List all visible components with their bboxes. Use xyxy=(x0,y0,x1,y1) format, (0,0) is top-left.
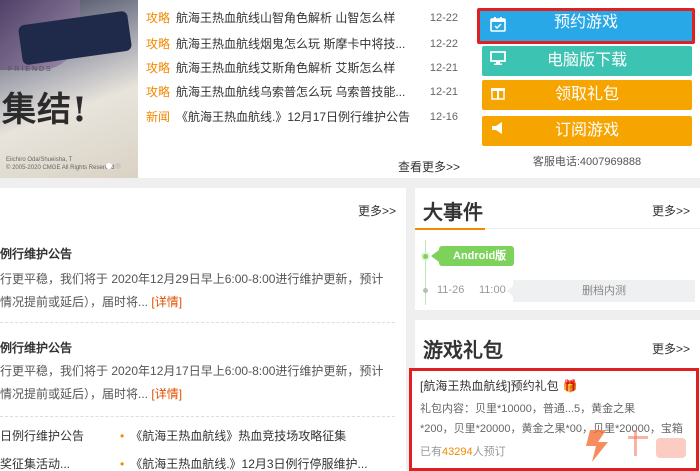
news-title[interactable]: 航海王热血航线山智角色解析 山智怎么样 xyxy=(176,6,416,30)
news-date: 12-21 xyxy=(429,62,458,74)
events-title: 大事件 xyxy=(423,202,483,224)
news-title[interactable]: 航海王热血航线乌索普怎么玩 乌索普技能... xyxy=(176,80,416,104)
news-title[interactable]: 航海王热血航线艾斯角色解析 艾斯怎么样 xyxy=(176,56,416,80)
announcement-link-text[interactable]: 《航海王热血航线.》12月3日例行停服维护... xyxy=(130,457,367,471)
banner-copyright: Eiichiro Oda/Shueisha, T © 2005-2020 CMG… xyxy=(6,156,114,172)
gift-pack-title-text[interactable]: [航海王热血航线]预约礼包 xyxy=(420,379,559,393)
bullet-icon: • xyxy=(120,457,125,471)
announcement-title[interactable]: 例行维护公告 xyxy=(0,245,72,262)
news-category[interactable]: 攻略 xyxy=(146,85,170,99)
banner-copyright-line1: Eiichiro Oda/Shueisha, T xyxy=(6,157,73,163)
news-date: 12-16 xyxy=(429,111,458,123)
news-item[interactable]: 攻略 航海王热血航线烟鬼怎么玩 斯摩卡中将技... 12-22 xyxy=(146,32,468,56)
action-panel: 预约游戏 电脑版下载 领取礼包 订阅游戏 客服电话:4007969888 xyxy=(474,0,700,178)
claim-gift-button[interactable]: 领取礼包 xyxy=(482,80,692,110)
news-item[interactable]: 攻略 航海王热血航线艾斯角色解析 艾斯怎么样 12-21 xyxy=(146,56,468,80)
banner-dot-active[interactable] xyxy=(106,163,112,169)
timeline-line xyxy=(425,240,426,305)
title-underline xyxy=(415,228,485,230)
announcement-more-link[interactable]: 更多>> xyxy=(358,202,396,219)
announcement-summary: 行更平稳，我们将于 2020年12月29日早上6:00-8:00进行维护更新，预… xyxy=(0,268,395,314)
monitor-icon xyxy=(486,49,510,73)
pc-download-button[interactable]: 电脑版下载 xyxy=(482,46,692,76)
divider xyxy=(0,322,395,323)
news-date: 12-22 xyxy=(429,38,458,50)
banner-pagination[interactable] xyxy=(106,158,124,172)
reservation-count: 已有43294人预订 xyxy=(420,443,506,459)
news-item[interactable]: 攻略 航海王热血航线山智角色解析 山智怎么样 12-22 xyxy=(146,6,468,30)
calendar-icon xyxy=(486,15,510,39)
banner-dot[interactable] xyxy=(115,163,121,169)
events-panel: 大事件 更多>> Android版 11-26 11:00 删档内测 xyxy=(415,188,700,310)
gift-content-line: 礼包内容：贝里*10000，普通...5，黄金之果 xyxy=(420,403,636,415)
event-time: 11:00 xyxy=(479,284,506,296)
announcement-link[interactable]: • 《航海王热血航线.》12月3日例行停服维护... xyxy=(120,455,368,471)
book-game-button[interactable]: 预约游戏 xyxy=(477,8,695,44)
pc-download-label: 电脑版下载 xyxy=(546,52,627,69)
announcement-line: 情况提前或延后），届时将... xyxy=(0,295,149,309)
count-prefix: 已有 xyxy=(420,446,442,458)
watermark-logo-icon xyxy=(586,430,686,462)
gifts-more-link[interactable]: 更多>> xyxy=(652,340,690,357)
gift-pack-card[interactable]: [航海王热血航线]预约礼包 🎁 礼包内容：贝里*10000，普通...5，黄金之果… xyxy=(409,368,699,471)
claim-gift-label: 领取礼包 xyxy=(554,86,619,103)
count-suffix: 人预订 xyxy=(472,446,506,458)
announcement-link[interactable]: • 《航海王热血航线》热血竞技场攻略征集 xyxy=(120,427,346,444)
megaphone-icon xyxy=(486,119,510,143)
detail-link[interactable]: [详情] xyxy=(151,295,182,309)
news-category[interactable]: 新闻 xyxy=(146,110,170,124)
announcement-line: 行更平稳，我们将于 2020年12月17日早上6:00-8:00进行维护更新，预… xyxy=(0,364,384,378)
announcement-line: 行更平稳，我们将于 2020年12月29日早上6:00-8:00进行维护更新，预… xyxy=(0,272,384,286)
gift-panel: 游戏礼包 更多>> [航海王热血航线]预约礼包 🎁 礼包内容：贝里*10000，普… xyxy=(409,320,700,471)
book-game-label: 预约游戏 xyxy=(553,14,618,31)
news-date: 12-21 xyxy=(429,86,458,98)
detail-link[interactable]: [详情] xyxy=(151,387,182,401)
news-item[interactable]: 新闻 《航海王热血航线.》12月17日例行维护公告 12-16 xyxy=(146,105,468,129)
divider xyxy=(0,416,395,417)
event-date: 11-26 xyxy=(437,284,465,296)
subscribe-game-button[interactable]: 订阅游戏 xyxy=(482,116,692,146)
events-more-link[interactable]: 更多>> xyxy=(652,202,690,219)
news-list: 攻略 航海王热血航线山智角色解析 山智怎么样 12-22 攻略 航海王热血航线烟鬼怎么… xyxy=(138,0,474,178)
announcement-link[interactable]: 奖征集活动... xyxy=(0,455,70,471)
announcement-link-text[interactable]: 《航海王热血航线》热血竞技场攻略征集 xyxy=(130,429,346,443)
timeline-dot xyxy=(423,288,428,293)
service-phone: 客服电话:4007969888 xyxy=(532,156,642,168)
banner-copyright-line2: © 2005-2020 CMGE All Rights Reserved xyxy=(6,165,115,171)
gift-icon: 🎁 xyxy=(562,379,578,393)
news-category[interactable]: 攻略 xyxy=(146,37,170,51)
bullet-icon: • xyxy=(120,429,125,443)
gift-pack-title[interactable]: [航海王热血航线]预约礼包 🎁 xyxy=(420,377,578,394)
news-item[interactable]: 攻略 航海王热血航线乌索普怎么玩 乌索普技能... 12-21 xyxy=(146,80,468,104)
news-more-link[interactable]: 查看更多>> xyxy=(398,158,460,175)
announcement-summary: 行更平稳，我们将于 2020年12月17日早上6:00-8:00进行维护更新，预… xyxy=(0,360,395,406)
gifts-title: 游戏礼包 xyxy=(423,340,503,362)
banner-friends-text: FRIENDS xyxy=(8,66,53,73)
news-date: 12-22 xyxy=(429,12,458,24)
announcement-panel: 更多>> 例行维护公告 行更平稳，我们将于 2020年12月29日早上6:00-… xyxy=(0,188,406,471)
news-title[interactable]: 航海王热血航线烟鬼怎么玩 斯摩卡中将技... xyxy=(176,32,416,56)
news-category[interactable]: 攻略 xyxy=(146,11,170,25)
subscribe-game-label: 订阅游戏 xyxy=(554,122,619,139)
announcement-link[interactable]: 日例行维护公告 xyxy=(0,427,84,444)
divider xyxy=(485,228,700,229)
announcement-line: 情况提前或延后），届时将... xyxy=(0,387,149,401)
timeline-dot-active xyxy=(421,252,430,261)
announcement-title[interactable]: 例行维护公告 xyxy=(0,339,72,356)
count-number: 43294 xyxy=(442,446,473,458)
event-status: 删档内测 xyxy=(507,280,695,302)
banner-slogan: 集结! xyxy=(2,90,88,130)
platform-tag[interactable]: Android版 xyxy=(430,246,515,266)
news-category[interactable]: 攻略 xyxy=(146,61,170,75)
promo-banner[interactable]: FRIENDS 集结! Eiichiro Oda/Shueisha, T © 2… xyxy=(0,0,138,178)
news-title[interactable]: 《航海王热血航线.》12月17日例行维护公告 xyxy=(176,105,416,129)
gift-icon xyxy=(486,83,510,107)
